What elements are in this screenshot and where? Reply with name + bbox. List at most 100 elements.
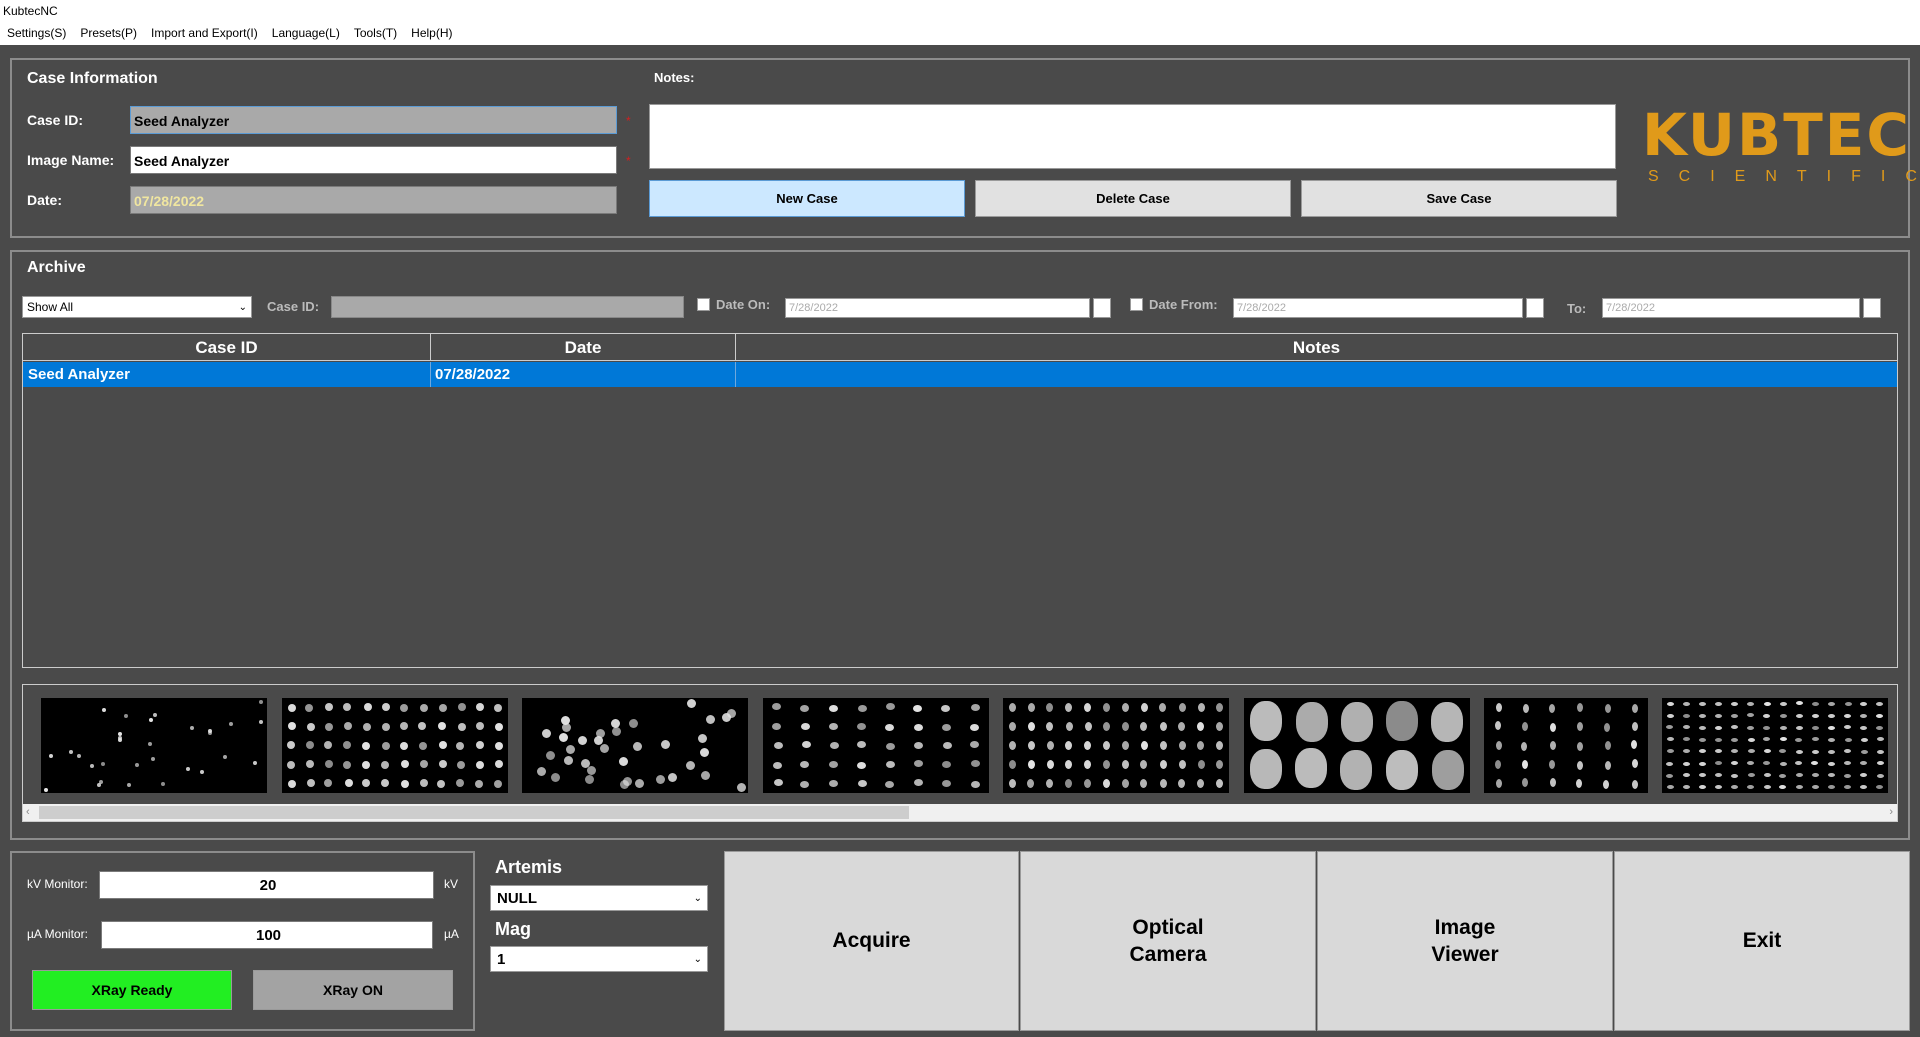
- seed-mark: [1386, 701, 1419, 742]
- seed-mark: [1140, 760, 1148, 770]
- filter-select[interactable]: Show All ⌄: [22, 296, 252, 318]
- seed-mark: [1779, 714, 1787, 719]
- calendar-icon[interactable]: [1863, 298, 1881, 318]
- scroll-left-icon[interactable]: ‹: [26, 804, 30, 821]
- date-from-checkbox[interactable]: [1130, 298, 1143, 311]
- seed-mark: [1046, 702, 1054, 712]
- seed-mark: [1102, 778, 1110, 788]
- seed-mark: [90, 763, 95, 768]
- seed-mark: [1340, 749, 1373, 790]
- seed-mark: [1666, 701, 1674, 706]
- date-from-input[interactable]: 7/28/2022: [1233, 298, 1523, 318]
- date-to-input[interactable]: 7/28/2022: [1602, 298, 1860, 318]
- seed-mark: [632, 741, 642, 751]
- seed-mark: [306, 778, 315, 787]
- seed-mark: [1604, 741, 1611, 751]
- seed-mark: [885, 703, 895, 711]
- seed-mark: [722, 713, 732, 723]
- thumbnail-5[interactable]: [1003, 698, 1229, 793]
- exit-button[interactable]: Exit: [1614, 851, 1910, 1031]
- horizontal-scrollbar[interactable]: ‹ ›: [23, 804, 1897, 821]
- thumbnail-7[interactable]: [1484, 698, 1648, 793]
- xray-on-button[interactable]: XRay ON: [253, 970, 453, 1010]
- acquire-button[interactable]: Acquire: [724, 851, 1019, 1031]
- menu-settings[interactable]: Settings(S): [0, 22, 73, 45]
- scroll-right-icon[interactable]: ›: [1889, 804, 1893, 821]
- notes-textarea[interactable]: [649, 104, 1616, 169]
- seed-mark: [1197, 760, 1205, 770]
- seed-mark: [1796, 701, 1804, 706]
- seed-mark: [185, 767, 190, 772]
- column-header-date[interactable]: Date: [431, 334, 736, 360]
- case-id-field[interactable]: Seed Analyzer: [130, 106, 617, 134]
- new-case-button[interactable]: New Case: [649, 180, 965, 217]
- thumbnail-3[interactable]: [522, 698, 748, 793]
- seed-mark: [1121, 760, 1129, 770]
- artemis-select[interactable]: NULL ⌄: [490, 885, 708, 911]
- thumbnail-4[interactable]: [763, 698, 989, 793]
- seed-mark: [656, 775, 666, 785]
- seed-mark: [856, 761, 866, 769]
- menu-import-export[interactable]: Import and Export(I): [144, 22, 265, 45]
- column-header-case-id[interactable]: Case ID: [23, 334, 431, 360]
- seed-mark: [612, 727, 622, 737]
- seed-mark: [1763, 785, 1771, 790]
- thumbnail-8[interactable]: [1662, 698, 1888, 793]
- thumbnail-2[interactable]: [282, 698, 508, 793]
- scrollbar-thumb[interactable]: [39, 806, 909, 819]
- seed-mark: [800, 780, 810, 788]
- date-on-input[interactable]: 7/28/2022: [785, 298, 1090, 318]
- menu-help[interactable]: Help(H): [404, 22, 459, 45]
- date-field[interactable]: 07/28/2022: [130, 186, 617, 214]
- seed-mark: [1714, 726, 1722, 731]
- delete-case-button[interactable]: Delete Case: [975, 180, 1291, 217]
- seed-mark: [420, 778, 429, 787]
- calendar-icon[interactable]: [1526, 298, 1544, 318]
- seed-mark: [618, 757, 628, 767]
- seed-mark: [942, 742, 952, 750]
- menu-presets[interactable]: Presets(P): [73, 22, 144, 45]
- seed-mark: [1027, 778, 1035, 788]
- calendar-icon[interactable]: [1093, 298, 1111, 318]
- seed-mark: [1046, 721, 1054, 731]
- seed-mark: [1860, 773, 1868, 778]
- seed-mark: [1495, 721, 1502, 731]
- seed-mark: [1122, 778, 1130, 788]
- seed-mark: [287, 721, 296, 730]
- column-header-notes[interactable]: Notes: [736, 334, 1897, 360]
- archive-grid[interactable]: Case ID Date Notes Seed Analyzer 07/28/2…: [22, 333, 1898, 668]
- seed-mark: [1812, 772, 1820, 777]
- seed-mark: [1876, 713, 1884, 718]
- mag-select[interactable]: 1 ⌄: [490, 946, 708, 972]
- seed-mark: [1780, 761, 1788, 766]
- seed-mark: [1197, 778, 1205, 788]
- archive-case-id-field[interactable]: [331, 296, 684, 318]
- mag-label: Mag: [495, 919, 531, 939]
- thumbnail-1[interactable]: [41, 698, 267, 793]
- seed-mark: [628, 718, 638, 728]
- seed-mark: [324, 779, 333, 788]
- cell-case-id: Seed Analyzer: [23, 362, 431, 387]
- menu-language[interactable]: Language(L): [265, 22, 347, 45]
- seed-mark: [1746, 725, 1754, 730]
- seed-mark: [941, 704, 951, 712]
- seed-mark: [1763, 737, 1771, 742]
- seed-mark: [1860, 701, 1868, 706]
- thumbnail-6[interactable]: [1244, 698, 1470, 793]
- save-case-button[interactable]: Save Case: [1301, 180, 1617, 217]
- table-row[interactable]: Seed Analyzer 07/28/2022: [23, 362, 1897, 387]
- seed-mark: [801, 741, 811, 749]
- menu-tools[interactable]: Tools(T): [347, 22, 404, 45]
- date-on-checkbox[interactable]: [697, 298, 710, 311]
- image-viewer-button[interactable]: Image Viewer: [1317, 851, 1613, 1031]
- seed-mark: [1159, 702, 1167, 712]
- xray-ready-button[interactable]: XRay Ready: [32, 970, 232, 1010]
- seed-mark: [287, 740, 296, 749]
- optical-camera-button[interactable]: Optical Camera: [1020, 851, 1316, 1031]
- seed-mark: [1844, 702, 1852, 707]
- seed-mark: [1811, 749, 1819, 754]
- seed-mark: [1763, 773, 1771, 778]
- seed-mark: [1731, 701, 1739, 706]
- seed-mark: [208, 731, 213, 736]
- image-name-field[interactable]: Seed Analyzer: [130, 146, 617, 174]
